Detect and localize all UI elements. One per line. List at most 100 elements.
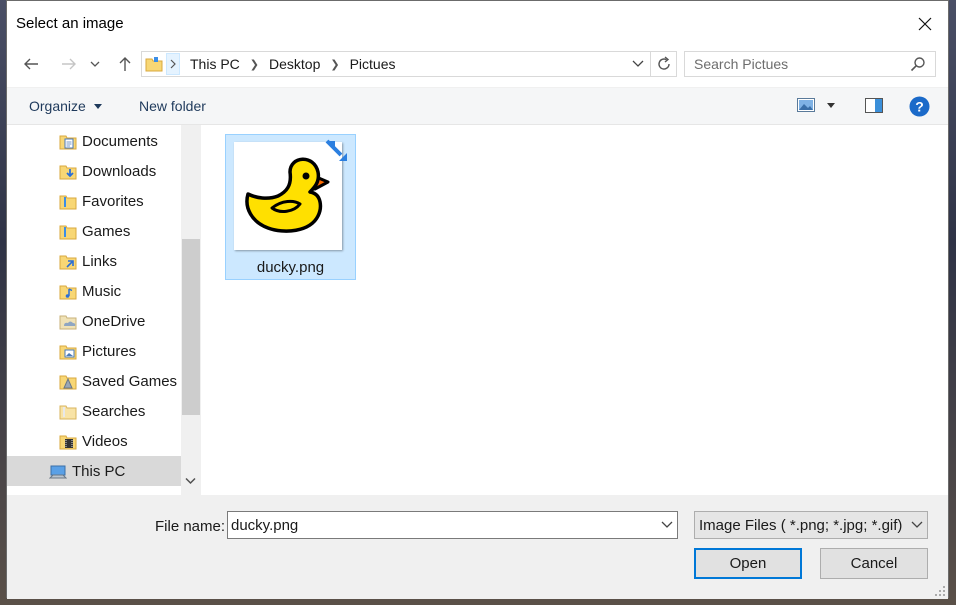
games-folder-icon [59, 225, 77, 240]
breadcrumb-desktop[interactable]: Desktop [265, 56, 324, 72]
sidebar-item-label: This PC [72, 463, 126, 480]
chevron-down-icon [827, 103, 835, 108]
sidebar-item-downloads[interactable]: Downloads [7, 156, 181, 186]
videos-folder-icon [59, 435, 77, 450]
breadcrumb-pictues[interactable]: Pictues [346, 56, 400, 72]
file-name-input[interactable] [228, 512, 648, 538]
chevron-down-icon [93, 104, 102, 110]
sidebar-item-favorites[interactable]: Favorites [7, 186, 181, 216]
saved-games-folder-icon [59, 375, 77, 390]
chevron-down-icon [911, 521, 923, 528]
preview-pane-button[interactable] [865, 98, 883, 113]
refresh-icon [657, 56, 670, 70]
sidebar-item-onedrive[interactable]: OneDrive [7, 306, 181, 336]
up-button[interactable] [113, 53, 137, 75]
music-folder-icon [59, 285, 77, 300]
preview-pane-icon [865, 98, 883, 113]
file-type-value: Image Files ( *.png; *.jpg; *.gif) [699, 517, 903, 534]
sidebar-item-label: Favorites [82, 193, 144, 210]
chevron-right-icon [170, 59, 176, 69]
sidebar-item-links[interactable]: Links [7, 246, 181, 276]
command-toolbar: Organize New folder ? [7, 87, 948, 125]
file-item[interactable]: ducky.png [225, 134, 356, 280]
file-item-name: ducky.png [256, 259, 325, 276]
address-dropdown-button[interactable] [628, 53, 648, 75]
sidebar-item-searches[interactable]: Searches [7, 396, 181, 426]
search-icon[interactable] [910, 56, 926, 72]
address-bar[interactable]: This PC ❯ Desktop ❯ Pictues [141, 51, 677, 77]
chevron-right-icon[interactable]: ❯ [324, 58, 345, 71]
chevron-down-icon [632, 60, 644, 67]
resize-grip-icon[interactable] [934, 585, 946, 597]
open-button[interactable]: Open [694, 548, 802, 579]
chevron-right-icon[interactable]: ❯ [244, 58, 265, 71]
address-root-chevron[interactable] [166, 53, 180, 75]
up-arrow-icon [119, 57, 131, 71]
file-type-select[interactable]: Image Files ( *.png; *.jpg; *.gif) [694, 511, 928, 539]
navigation-bar: This PC ❯ Desktop ❯ Pictues [7, 47, 948, 83]
sidebar-item-label: Documents [82, 133, 158, 150]
view-options-dropdown[interactable] [827, 103, 835, 108]
help-icon: ? [909, 96, 930, 117]
view-icon [797, 98, 815, 112]
close-icon [918, 17, 932, 31]
sidebar-scrollbar[interactable] [181, 125, 201, 495]
onedrive-folder-icon [59, 315, 77, 330]
links-folder-icon [59, 255, 77, 270]
sidebar-item-label: Pictures [82, 343, 137, 360]
refresh-button[interactable] [650, 52, 676, 76]
file-name-label: File name: [155, 518, 226, 535]
chevron-down-icon [90, 61, 100, 67]
searches-folder-icon [59, 405, 77, 420]
sidebar-item-label: OneDrive [82, 313, 146, 330]
sidebar-item-label: Saved Games [82, 373, 178, 390]
title-bar: Select an image [7, 1, 948, 47]
cancel-button[interactable]: Cancel [820, 548, 928, 579]
scroll-down-arrow-icon[interactable] [185, 477, 196, 485]
scrollbar-thumb[interactable] [182, 239, 200, 415]
sidebar-item-videos[interactable]: Videos [7, 426, 181, 456]
search-box[interactable] [684, 51, 936, 77]
folder-icon [142, 52, 166, 76]
documents-folder-icon [59, 135, 77, 150]
computer-icon [49, 465, 67, 479]
sidebar-item-label: Videos [82, 433, 128, 450]
sidebar-item-games[interactable]: Games [7, 216, 181, 246]
chevron-down-icon[interactable] [661, 521, 673, 529]
sidebar-item-label: Links [82, 253, 118, 270]
sidebar-item-label: Downloads [82, 163, 157, 180]
file-name-panel: File name: Image Files ( *.png; *.jpg; *… [7, 495, 948, 599]
shortcut-arrow-icon [325, 139, 347, 161]
recent-locations-button[interactable] [87, 53, 103, 75]
pictures-folder-icon [59, 345, 77, 360]
file-list: ducky.png [203, 125, 948, 495]
open-file-dialog: Select an image This PC ❯ Desktop ❯ Pict… [6, 0, 949, 599]
sidebar-item-this-pc[interactable]: This PC [7, 456, 181, 486]
file-name-combobox[interactable] [227, 511, 678, 539]
forward-arrow-icon [62, 58, 76, 70]
organize-label: Organize [29, 98, 86, 114]
help-button[interactable]: ? [909, 96, 930, 117]
breadcrumb-this-pc[interactable]: This PC [186, 56, 244, 72]
change-view-button[interactable] [797, 98, 815, 112]
svg-text:?: ? [915, 99, 924, 115]
sidebar-item-saved-games[interactable]: Saved Games [7, 366, 181, 396]
search-input[interactable] [685, 52, 905, 76]
sidebar-item-partial [7, 486, 181, 495]
downloads-folder-icon [59, 165, 77, 180]
dialog-title: Select an image [16, 15, 124, 32]
sidebar-item-label: Searches [82, 403, 146, 420]
sidebar-item-label: Music [82, 283, 122, 300]
new-folder-button[interactable]: New folder [139, 98, 206, 114]
sidebar-item-music[interactable]: Music [7, 276, 181, 306]
sidebar-item-documents[interactable]: Documents [7, 126, 181, 156]
sidebar-item-label: Games [82, 223, 131, 240]
organize-button[interactable]: Organize [29, 98, 102, 114]
forward-button[interactable] [57, 53, 81, 75]
back-button[interactable] [19, 53, 43, 75]
back-arrow-icon [24, 58, 38, 70]
sidebar-item-pictures[interactable]: Pictures [7, 336, 181, 366]
favorites-folder-icon [59, 195, 77, 210]
navigation-pane: Documents Downloads Favorites Games Link… [7, 125, 201, 495]
close-button[interactable] [902, 1, 948, 47]
